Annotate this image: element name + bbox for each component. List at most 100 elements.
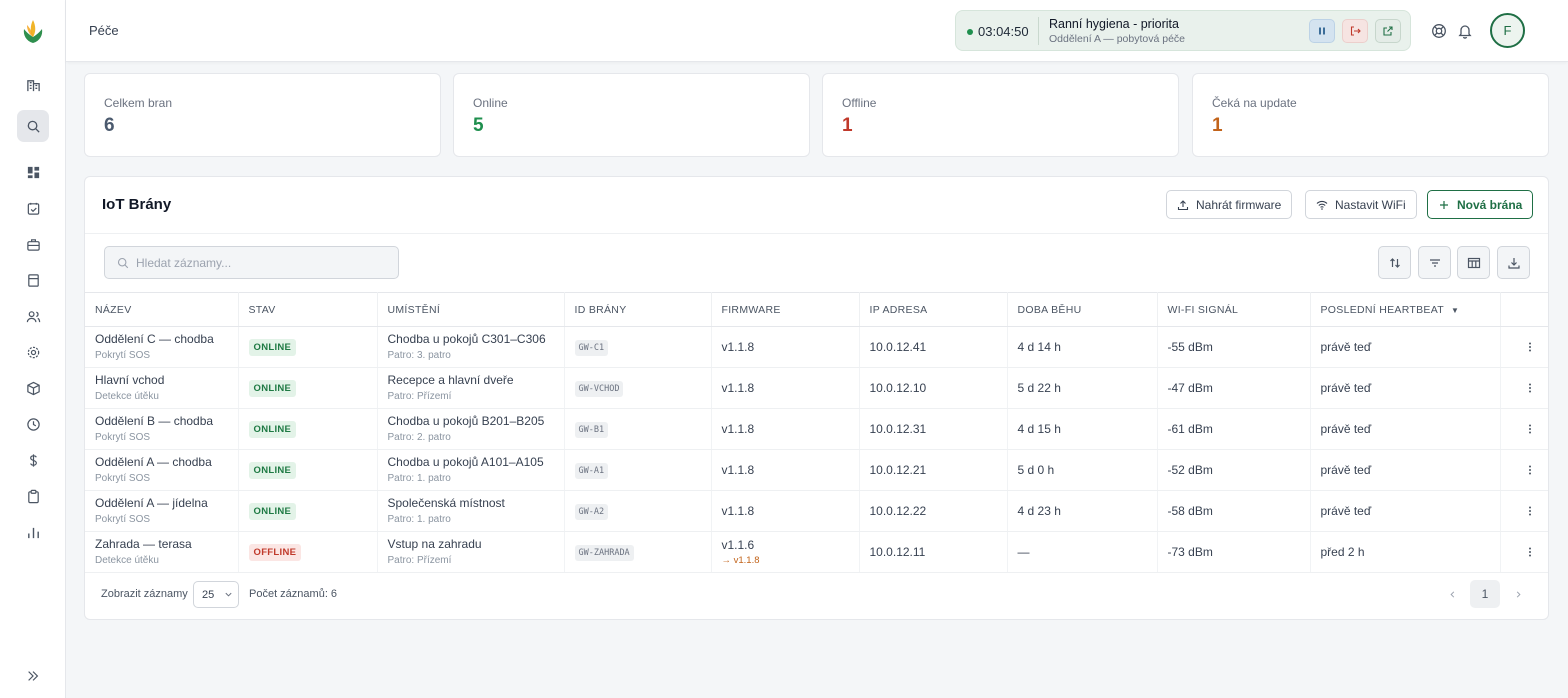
sidebar-item-tasks[interactable] [17, 192, 49, 224]
page-size-select[interactable]: 25 [193, 581, 239, 608]
sidebar-item-records[interactable] [17, 264, 49, 296]
more-vertical-icon [1529, 383, 1532, 393]
sidebar-item-search[interactable] [17, 110, 49, 142]
column-header-gateway-id[interactable]: ID BRÁNY [564, 292, 712, 327]
cell-location: Chodba u pokojů C301–C306 Patro: 3. patro [377, 326, 565, 368]
status-badge: ONLINE [248, 461, 297, 479]
sidebar-item-reports[interactable] [17, 516, 49, 548]
table-row[interactable]: Oddělení A — chodba Pokrytí SOS ONLINE Chod… [85, 449, 1549, 491]
cell-uptime: 5 d 0 h [1007, 449, 1158, 491]
sidebar-item-users[interactable] [17, 300, 49, 332]
timer-task-title[interactable]: Ranní hygiena - priorita [1049, 17, 1179, 31]
filter-button[interactable] [1418, 246, 1451, 279]
set-wifi-button[interactable]: Nastavit WiFi [1305, 190, 1417, 219]
sidebar [0, 0, 66, 698]
columns-icon [1467, 257, 1480, 268]
page-button-current[interactable]: 1 [1470, 580, 1500, 608]
table-row[interactable]: Oddělení A — jídelna Pokrytí SOS ONLINE Spo… [85, 490, 1549, 532]
download-icon [1507, 257, 1520, 269]
cell-location: Chodba u pokojů B201–B205 Patro: 2. patro [377, 408, 565, 450]
cell-gateway-id: GW-A2 [564, 490, 712, 532]
cell-actions [1500, 367, 1549, 409]
gateway-type: Pokrytí SOS [95, 350, 151, 361]
cell-ip: 10.0.12.22 [859, 490, 1008, 532]
pause-button[interactable] [1309, 19, 1335, 43]
sort-button[interactable] [1378, 246, 1411, 279]
column-header-wifi-signal[interactable]: WI-FI SIGNÁL [1157, 292, 1311, 327]
row-menu-button[interactable] [1511, 464, 1549, 476]
sidebar-item-history[interactable] [17, 408, 49, 440]
help-button[interactable] [1430, 22, 1447, 39]
next-page-button[interactable] [1503, 580, 1533, 608]
sidebar-item-billing[interactable] [17, 444, 49, 476]
search-box[interactable] [104, 246, 399, 279]
cell-status: ONLINE [238, 490, 378, 532]
more-vertical-icon [1529, 547, 1532, 557]
sidebar-item-inventory[interactable] [17, 372, 49, 404]
cell-status: ONLINE [238, 408, 378, 450]
gateway-name[interactable]: Oddělení A — chodba [95, 455, 238, 470]
cell-wifi-signal: -55 dBm [1157, 326, 1311, 368]
upload-firmware-button[interactable]: Nahrát firmware [1166, 190, 1293, 219]
notifications-button[interactable] [1456, 22, 1473, 39]
row-menu-button[interactable] [1511, 382, 1549, 394]
column-header-last-heartbeat[interactable]: POSLEDNÍ HEARTBEAT ▼ [1310, 292, 1501, 327]
gateway-name[interactable]: Oddělení C — chodba [95, 332, 238, 347]
page-title: IoT Brány [102, 196, 172, 213]
cell-location: Vstup na zahradu Patro: Přízemí [377, 531, 565, 573]
column-header-location[interactable]: UMÍSTĚNÍ [377, 292, 565, 327]
table-row[interactable]: Oddělení B — chodba Pokrytí SOS ONLINE Chod… [85, 408, 1549, 450]
cell-name: Oddělení A — chodba Pokrytí SOS [85, 449, 239, 491]
stop-task-button[interactable] [1342, 19, 1368, 43]
column-header-firmware[interactable]: FIRMWARE [711, 292, 860, 327]
divider [1038, 17, 1039, 45]
firmware-update-target: → v1.1.8 [721, 554, 760, 566]
table-row[interactable]: Zahrada — terasa Detekce útěku OFFLINE Vstu… [85, 531, 1549, 573]
row-menu-button[interactable] [1511, 546, 1549, 558]
gateway-id: GW-B1 [574, 421, 609, 438]
gateway-name[interactable]: Oddělení B — chodba [95, 414, 238, 429]
prev-page-button[interactable] [1437, 580, 1467, 608]
sidebar-item-settings[interactable] [17, 336, 49, 368]
export-button[interactable] [1497, 246, 1530, 279]
expand-sidebar-button[interactable] [22, 666, 44, 686]
floor: Patro: 3. patro [387, 350, 451, 361]
open-task-button[interactable] [1375, 19, 1401, 43]
breadcrumb[interactable]: Péče [89, 23, 119, 38]
sidebar-item-dashboard[interactable] [17, 156, 49, 188]
table-row[interactable]: Oddělení C — chodba Pokrytí SOS ONLINE Chod… [85, 326, 1549, 368]
floor: Patro: 2. patro [387, 432, 451, 443]
gateway-type: Detekce útěku [95, 391, 159, 402]
row-menu-button[interactable] [1511, 341, 1549, 353]
sort-arrows-icon [1389, 257, 1400, 268]
avatar[interactable]: F [1490, 13, 1525, 48]
search-input[interactable] [136, 255, 376, 270]
stat-card-offline: Offline 1 [822, 73, 1179, 157]
sidebar-item-clipboard[interactable] [17, 480, 49, 512]
filter-icon [1429, 258, 1440, 267]
more-vertical-icon [1529, 465, 1532, 475]
sidebar-item-buildings[interactable] [17, 69, 49, 101]
gateway-id: GW-A1 [574, 462, 609, 479]
columns-button[interactable] [1457, 246, 1490, 279]
gateway-name[interactable]: Oddělení A — jídelna [95, 496, 238, 511]
column-header-status[interactable]: STAV [238, 292, 378, 327]
set-wifi-label: Nastavit WiFi [1335, 197, 1406, 212]
row-menu-button[interactable] [1511, 505, 1549, 517]
table-row[interactable]: Hlavní vchod Detekce útěku ONLINE Recepce a… [85, 367, 1549, 409]
gateway-name[interactable]: Hlavní vchod [95, 373, 238, 388]
column-header-uptime[interactable]: DOBA BĚHU [1007, 292, 1158, 327]
cell-firmware: v1.1.8 [711, 449, 860, 491]
column-header-name[interactable]: NÁZEV [85, 292, 239, 327]
gateway-name[interactable]: Zahrada — terasa [95, 537, 238, 552]
new-gateway-button[interactable]: Nová brána [1427, 190, 1534, 219]
firmware-version: v1.1.8 [721, 462, 755, 477]
row-menu-button[interactable] [1511, 423, 1549, 435]
recording-dot-icon [967, 29, 973, 35]
sidebar-item-kit[interactable] [17, 228, 49, 260]
gear-icon [27, 346, 39, 358]
stat-value: 1 [842, 115, 853, 136]
column-header-ip[interactable]: IP ADRESA [859, 292, 1008, 327]
app-logo-icon[interactable] [20, 17, 46, 45]
status-badge: ONLINE [248, 379, 297, 397]
